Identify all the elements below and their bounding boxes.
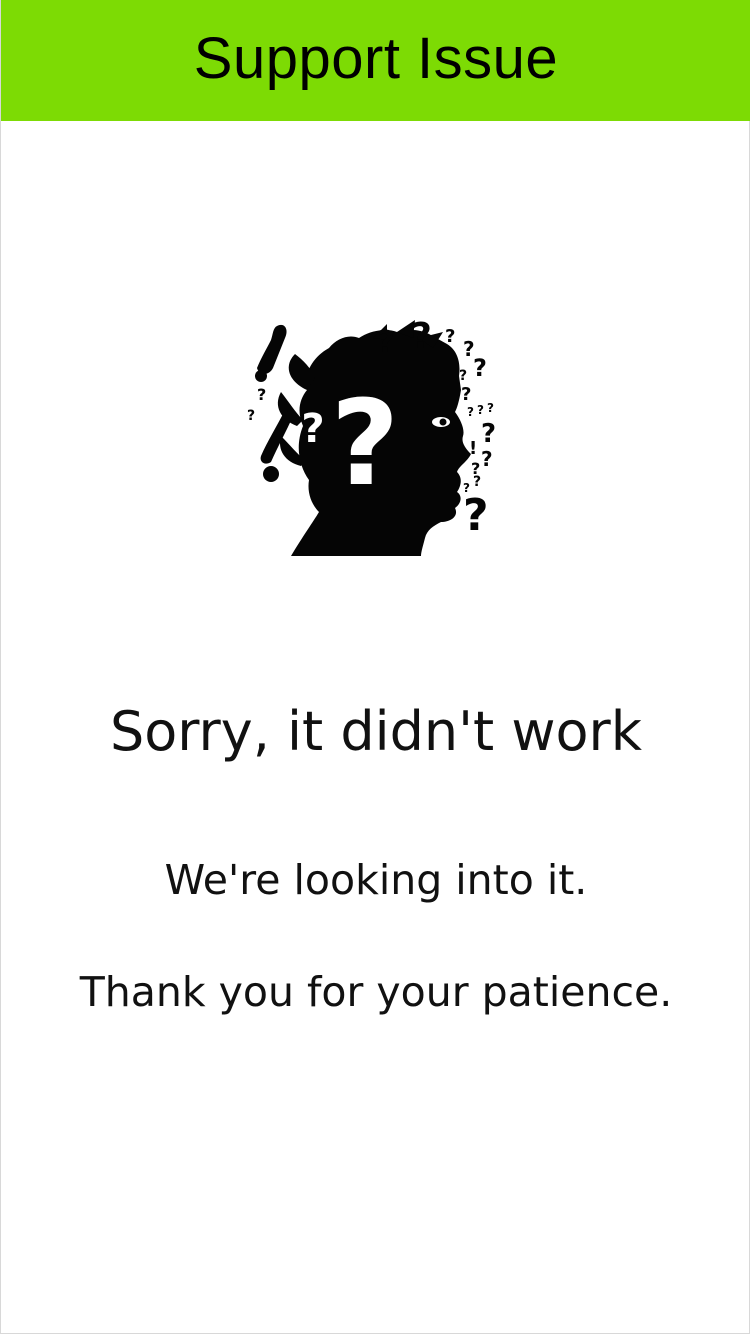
svg-text:?: ? xyxy=(467,405,474,419)
svg-text:?: ? xyxy=(411,316,432,357)
svg-text:?: ? xyxy=(481,419,496,449)
svg-text:?: ? xyxy=(301,406,324,452)
svg-text:?: ? xyxy=(473,474,481,490)
svg-text:?: ? xyxy=(481,447,493,471)
svg-text:?: ? xyxy=(477,403,484,417)
svg-text:?: ? xyxy=(445,326,455,347)
page-title: Support Issue xyxy=(193,26,559,91)
support-issue-screen: Support Issue ? ? ? ? ? ? ? ? ? ? ? ? ! … xyxy=(0,0,750,1334)
svg-text:?: ? xyxy=(487,401,494,415)
svg-text:?: ? xyxy=(257,385,266,404)
svg-text:?: ? xyxy=(463,490,489,541)
error-title: Sorry, it didn't work xyxy=(109,700,643,763)
svg-text:!: ! xyxy=(469,438,477,459)
svg-text:?: ? xyxy=(461,384,471,405)
thank-you-message: Thank you for your patience. xyxy=(79,968,673,1016)
header-bar: Support Issue xyxy=(1,0,750,121)
svg-text:?: ? xyxy=(247,408,255,424)
svg-text:?: ? xyxy=(331,374,399,512)
status-message: We're looking into it. xyxy=(164,856,588,904)
svg-text:?: ? xyxy=(473,354,487,382)
svg-text:?: ? xyxy=(377,325,394,360)
confused-head-icon: ? ? ? ? ? ? ? ? ? ? ? ? ! ? ? ? ? ? ? ? … xyxy=(237,316,507,560)
svg-text:?: ? xyxy=(459,368,467,384)
